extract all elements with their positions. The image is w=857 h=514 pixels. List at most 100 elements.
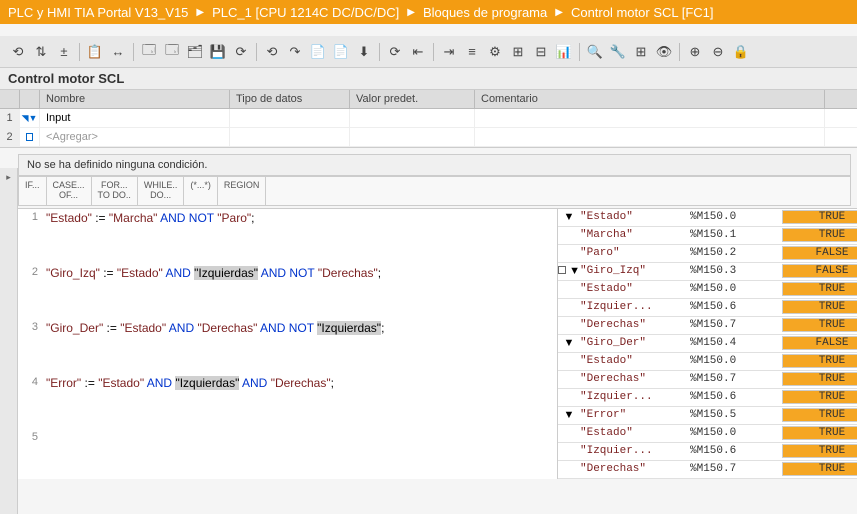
chevron-icon: ▶ bbox=[407, 7, 415, 18]
toolbar-btn-14[interactable]: ⬇ bbox=[354, 42, 374, 62]
code-line[interactable]: 5 bbox=[18, 429, 557, 447]
expand-icon[interactable]: ◥ ▼ bbox=[20, 109, 40, 127]
collapse-arrow-icon[interactable]: ▼ bbox=[558, 409, 580, 421]
cell[interactable] bbox=[475, 128, 825, 146]
param-name[interactable]: <Agregar> bbox=[40, 128, 230, 146]
watch-row[interactable]: "Derechas"%M150.7TRUE bbox=[558, 317, 857, 335]
cell[interactable] bbox=[475, 109, 825, 127]
cell[interactable] bbox=[350, 128, 475, 146]
toolbar-btn-1[interactable]: ⇅ bbox=[31, 42, 51, 62]
cell[interactable] bbox=[230, 109, 350, 127]
watch-row[interactable]: ▼"Giro_Der"%M150.4FALSE bbox=[558, 335, 857, 353]
toolbar-btn-15[interactable]: ⟳ bbox=[385, 42, 405, 62]
watch-row[interactable]: "Paro"%M150.2FALSE bbox=[558, 245, 857, 263]
bc-block[interactable]: Control motor SCL [FC1] bbox=[571, 5, 714, 20]
watch-row[interactable]: ▼"Error"%M150.5TRUE bbox=[558, 407, 857, 425]
toolbar-btn-29[interactable]: 🔒 bbox=[731, 42, 751, 62]
toolbar-btn-26[interactable]: 👁 bbox=[654, 42, 674, 62]
watch-row[interactable]: "Estado"%M150.0TRUE bbox=[558, 353, 857, 371]
code-line[interactable] bbox=[18, 393, 557, 429]
toolbar-btn-25[interactable]: ⊞ bbox=[631, 42, 651, 62]
toolbar-btn-28[interactable]: ⊖ bbox=[708, 42, 728, 62]
toolbar-btn-0[interactable]: ⟲ bbox=[8, 42, 28, 62]
snippet-btn[interactable]: WHILE..DO... bbox=[138, 177, 185, 205]
col-name[interactable]: Nombre bbox=[40, 90, 230, 108]
toolbar-btn-4[interactable]: ↔ bbox=[108, 42, 128, 62]
code-text[interactable]: "Giro_Der" := "Estado" AND "Derechas" AN… bbox=[46, 321, 384, 336]
watch-row[interactable]: "Izquier...%M150.6TRUE bbox=[558, 299, 857, 317]
watch-row[interactable]: "Derechas"%M150.7TRUE bbox=[558, 461, 857, 479]
toolbar-btn-23[interactable]: 🔍 bbox=[585, 42, 605, 62]
toolbar-btn-17[interactable]: ⇥ bbox=[439, 42, 459, 62]
toolbar-btn-6[interactable]: 🗔 bbox=[162, 42, 182, 62]
col-default[interactable]: Valor predet. bbox=[350, 90, 475, 108]
toolbar-btn-22[interactable]: 📊 bbox=[554, 42, 574, 62]
collapse-arrow-icon[interactable]: ▼ bbox=[558, 337, 580, 349]
toolbar-btn-21[interactable]: ⊟ bbox=[531, 42, 551, 62]
toolbar-btn-10[interactable]: ⟲ bbox=[262, 42, 282, 62]
toolbar-btn-11[interactable]: ↷ bbox=[285, 42, 305, 62]
watch-row[interactable]: ▼"Estado"%M150.0TRUE bbox=[558, 209, 857, 227]
code-line[interactable]: 2"Giro_Izq" := "Estado" AND "Izquierdas"… bbox=[18, 264, 557, 283]
param-row[interactable]: 1◥ ▼Input bbox=[0, 109, 857, 128]
cell[interactable] bbox=[350, 109, 475, 127]
snippet-btn[interactable]: IF... bbox=[19, 177, 47, 205]
toolbar-btn-24[interactable]: 🔧 bbox=[608, 42, 628, 62]
snippet-btn[interactable]: CASE...OF... bbox=[47, 177, 92, 205]
line-num: 3 bbox=[18, 321, 46, 333]
line-num: 1 bbox=[18, 211, 46, 223]
watch-row[interactable]: "Marcha"%M150.1TRUE bbox=[558, 227, 857, 245]
toolbar-btn-16[interactable]: ⇤ bbox=[408, 42, 428, 62]
code-text[interactable]: "Estado" := "Marcha" AND NOT "Paro"; bbox=[46, 211, 254, 226]
watch-row[interactable]: "Estado"%M150.0TRUE bbox=[558, 281, 857, 299]
bc-project[interactable]: PLC y HMI TIA Portal V13_V15 bbox=[8, 5, 188, 20]
snippet-btn[interactable]: REGION bbox=[218, 177, 267, 205]
code-line[interactable]: 4"Error" := "Estado" AND "Izquierdas" AN… bbox=[18, 374, 557, 393]
collapse-arrow-icon[interactable]: ▼ bbox=[558, 211, 580, 223]
watch-row[interactable]: ▼"Giro_Izq"%M150.3FALSE bbox=[558, 263, 857, 281]
toolbar-btn-13[interactable]: 📄 bbox=[331, 42, 351, 62]
cell[interactable] bbox=[230, 128, 350, 146]
col-exp bbox=[20, 90, 40, 108]
toolbar-btn-27[interactable]: ⊕ bbox=[685, 42, 705, 62]
bc-folder[interactable]: Bloques de programa bbox=[423, 5, 547, 20]
watch-value: TRUE bbox=[782, 408, 857, 422]
toolbar-btn-3[interactable]: 📋 bbox=[85, 42, 105, 62]
snippet-btn[interactable]: (*...*) bbox=[184, 177, 218, 205]
code-line[interactable]: 1"Estado" := "Marcha" AND NOT "Paro"; bbox=[18, 209, 557, 228]
col-type[interactable]: Tipo de datos bbox=[230, 90, 350, 108]
col-comment[interactable]: Comentario bbox=[475, 90, 825, 108]
watch-name: "Estado" bbox=[580, 283, 690, 295]
code-editor[interactable]: 1"Estado" := "Marcha" AND NOT "Paro"; 2"G… bbox=[18, 209, 558, 479]
snippet-btn[interactable]: FOR...TO DO.. bbox=[92, 177, 138, 205]
watch-row[interactable]: "Izquier...%M150.6TRUE bbox=[558, 389, 857, 407]
code-line[interactable] bbox=[18, 283, 557, 319]
toolbar-btn-7[interactable]: 🗂 bbox=[185, 42, 205, 62]
collapse-arrow-icon[interactable]: ▼ bbox=[558, 265, 580, 277]
toolbar-btn-5[interactable]: 🗔 bbox=[139, 42, 159, 62]
param-row[interactable]: 2 <Agregar> bbox=[0, 128, 857, 147]
toolbar: ⟲⇅±📋↔🗔🗔🗂💾⟳⟲↷📄📄⬇⟳⇤⇥≡⚙⊞⊟📊🔍🔧⊞👁⊕⊖🔒 bbox=[0, 36, 857, 68]
collapse-icon[interactable]: ▸ bbox=[0, 168, 17, 186]
watch-name: "Error" bbox=[580, 409, 690, 421]
code-line[interactable]: 3"Giro_Der" := "Estado" AND "Derechas" A… bbox=[18, 319, 557, 338]
toolbar-btn-9[interactable]: ⟳ bbox=[231, 42, 251, 62]
watch-row[interactable]: "Estado"%M150.0TRUE bbox=[558, 425, 857, 443]
watch-row[interactable]: "Derechas"%M150.7TRUE bbox=[558, 371, 857, 389]
expand-icon[interactable] bbox=[20, 128, 40, 146]
watch-row[interactable]: "Izquier...%M150.6TRUE bbox=[558, 443, 857, 461]
toolbar-btn-2[interactable]: ± bbox=[54, 42, 74, 62]
code-line[interactable] bbox=[18, 338, 557, 374]
code-line[interactable] bbox=[18, 228, 557, 264]
toolbar-btn-8[interactable]: 💾 bbox=[208, 42, 228, 62]
toolbar-btn-18[interactable]: ≡ bbox=[462, 42, 482, 62]
toolbar-btn-19[interactable]: ⚙ bbox=[485, 42, 505, 62]
watch-name: "Estado" bbox=[580, 211, 690, 223]
toolbar-btn-12[interactable]: 📄 bbox=[308, 42, 328, 62]
bc-plc[interactable]: PLC_1 [CPU 1214C DC/DC/DC] bbox=[212, 5, 399, 20]
code-text[interactable]: "Giro_Izq" := "Estado" AND "Izquierdas" … bbox=[46, 266, 381, 281]
code-text[interactable]: "Error" := "Estado" AND "Izquierdas" AND… bbox=[46, 376, 334, 391]
toolbar-btn-20[interactable]: ⊞ bbox=[508, 42, 528, 62]
watch-name: "Giro_Izq" bbox=[580, 265, 690, 277]
param-name[interactable]: Input bbox=[40, 109, 230, 127]
